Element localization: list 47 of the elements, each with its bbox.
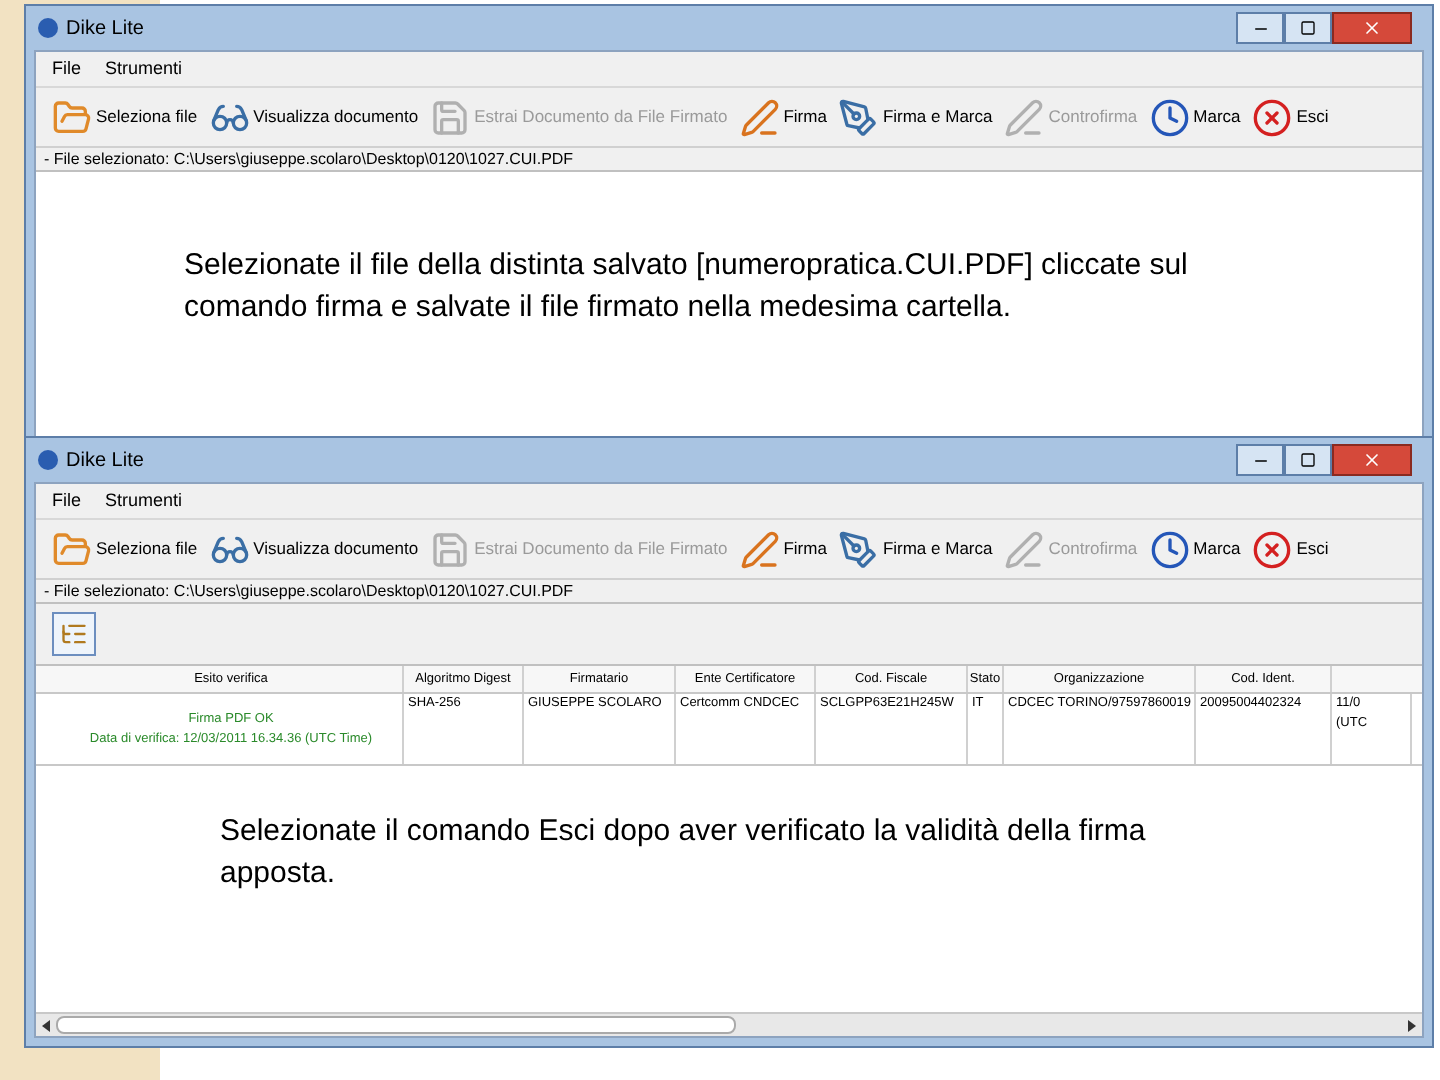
close-circle-icon [1252, 97, 1293, 137]
close-icon [1362, 450, 1382, 470]
app-logo-icon [38, 450, 58, 470]
toolbar-button[interactable]: Seleziona file [52, 529, 198, 569]
instruction-text: Selezionate il file della distinta salvato [numeropratica.CUI.PDF] cliccate sul comando firma e salvate il file firmato nella medesima cartella. [184, 246, 1190, 328]
toolbar-button[interactable]: Esci [1252, 529, 1329, 569]
menu-item[interactable]: Strumenti [105, 487, 183, 515]
window-title: Dike Lite [66, 15, 144, 43]
pen-icon [1004, 529, 1045, 569]
close-circle-icon [1252, 529, 1293, 569]
pen-nib-icon [838, 97, 879, 137]
toolbar-button[interactable]: Visualizza documento [209, 97, 419, 137]
close-icon [1362, 18, 1382, 38]
pen-icon [739, 529, 780, 569]
tree-view-button[interactable] [52, 612, 96, 656]
maximize-button[interactable] [1284, 12, 1332, 44]
scroll-right-icon[interactable] [1406, 1019, 1418, 1031]
toolbar-button[interactable]: Marca [1149, 529, 1241, 569]
toolbar-button[interactable]: Firma [739, 97, 827, 137]
clock-icon [1149, 97, 1190, 137]
menu-item[interactable]: File [52, 487, 82, 515]
folder-icon [52, 97, 92, 137]
toolbar-button[interactable]: Firma [739, 529, 827, 569]
pen-icon [1004, 97, 1045, 137]
pen-nib-icon [838, 529, 879, 569]
app-logo-icon [38, 18, 58, 38]
folder-icon [52, 529, 92, 569]
horizontal-scrollbar[interactable] [36, 1012, 1422, 1036]
clock-icon [1149, 529, 1190, 569]
toolbar-button[interactable]: Firma e Marca [838, 529, 993, 569]
close-button[interactable] [1332, 12, 1412, 44]
toolbar-button[interactable]: Firma e Marca [838, 97, 993, 137]
scroll-left-icon[interactable] [40, 1019, 52, 1031]
instruction-text: Selezionate il comando Esci dopo aver verificato la validità della firma apposta. [220, 812, 1148, 894]
maximize-icon [1300, 20, 1316, 36]
pen-icon [739, 97, 780, 137]
toolbar-button[interactable]: Esci [1252, 97, 1329, 137]
menu-item[interactable]: File [52, 55, 82, 83]
toolbar-button[interactable]: Visualizza documento [209, 529, 419, 569]
close-button[interactable] [1332, 444, 1412, 476]
maximize-button[interactable] [1284, 444, 1332, 476]
window-title: Dike Lite [66, 447, 144, 475]
maximize-icon [1300, 452, 1316, 468]
tree-list-icon [60, 620, 88, 648]
menu-item[interactable]: Strumenti [105, 55, 183, 83]
toolbar-button[interactable]: Seleziona file [52, 97, 198, 137]
toolbar-button[interactable]: Marca [1149, 97, 1241, 137]
